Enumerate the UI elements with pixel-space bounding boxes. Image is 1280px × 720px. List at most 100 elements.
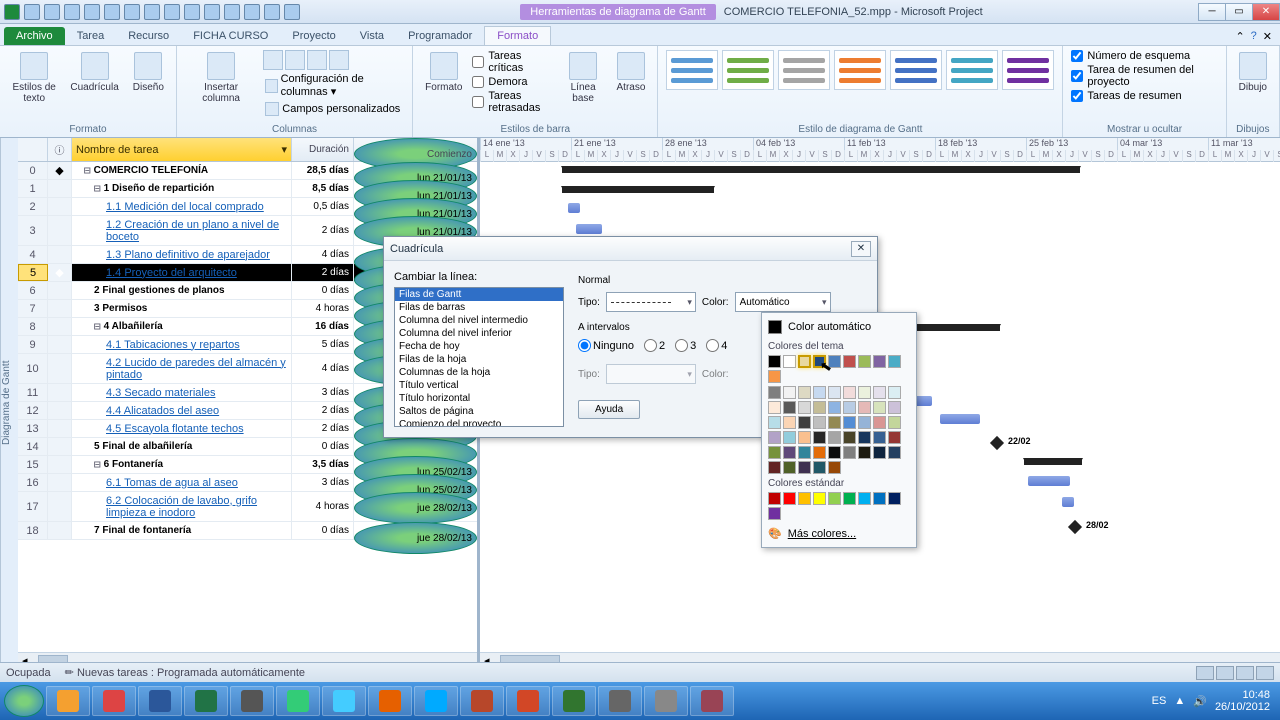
color-swatch[interactable] [768, 416, 781, 429]
tab-view[interactable]: Vista [348, 27, 396, 45]
radio-3[interactable]: 3 [675, 339, 696, 352]
maximize-button[interactable]: ▭ [1225, 3, 1253, 21]
color-swatch[interactable] [798, 401, 811, 414]
dialog-titlebar[interactable]: Cuadrícula ✕ [384, 237, 877, 261]
color-swatch[interactable] [843, 431, 856, 444]
taskbar-app[interactable] [690, 686, 734, 716]
color-swatch[interactable] [873, 355, 886, 368]
view-usage-icon[interactable] [1216, 666, 1234, 680]
color-swatch[interactable] [768, 492, 781, 505]
slack-check[interactable]: Demora [472, 76, 553, 88]
color-swatch[interactable] [798, 461, 811, 474]
qat-icon[interactable] [244, 4, 260, 20]
qat-icon[interactable] [284, 4, 300, 20]
text-styles-button[interactable]: Estilos de texto [8, 50, 60, 106]
qat-icon[interactable] [204, 4, 220, 20]
undo-icon[interactable] [44, 4, 60, 20]
color-swatch[interactable] [828, 492, 841, 505]
taskbar-app[interactable] [598, 686, 642, 716]
qat-icon[interactable] [164, 4, 180, 20]
color-swatch[interactable] [843, 416, 856, 429]
close-button[interactable]: ✕ [1252, 3, 1280, 21]
color-swatch[interactable] [768, 461, 781, 474]
color-swatch[interactable] [843, 386, 856, 399]
qat-icon[interactable] [84, 4, 100, 20]
align-center-icon[interactable] [285, 50, 305, 70]
color-swatch[interactable] [768, 386, 781, 399]
bar-format-button[interactable]: Formato [421, 50, 466, 95]
milestone-icon[interactable] [990, 436, 1004, 450]
color-swatch[interactable] [768, 446, 781, 459]
radio-2[interactable]: 2 [644, 339, 665, 352]
color-swatch[interactable] [768, 401, 781, 414]
color-swatch[interactable] [843, 492, 856, 505]
color-swatch[interactable] [858, 431, 871, 444]
baseline-button[interactable]: Línea base [560, 50, 607, 106]
color-swatch[interactable] [783, 386, 796, 399]
color-swatch[interactable] [888, 431, 901, 444]
color-swatch[interactable] [888, 416, 901, 429]
qat-icon[interactable] [224, 4, 240, 20]
color-swatch[interactable] [768, 370, 781, 383]
color-swatch[interactable] [828, 446, 841, 459]
color-swatch[interactable] [888, 386, 901, 399]
layout-button[interactable]: Diseño [129, 50, 168, 95]
table-row[interactable]: 0◆⊟COMERCIO TELEFONÍA28,5 díaslun 21/01/… [18, 162, 477, 180]
taskbar-app[interactable] [506, 686, 550, 716]
view-gantt-icon[interactable] [1196, 666, 1214, 680]
list-item[interactable]: Columna del nivel intermedio [395, 314, 563, 327]
wrap-icon[interactable] [329, 50, 349, 70]
tab-task[interactable]: Tarea [65, 27, 117, 45]
taskbar-app[interactable] [460, 686, 504, 716]
color-swatch[interactable] [828, 416, 841, 429]
tab-file[interactable]: Archivo [4, 27, 65, 45]
help-icon[interactable]: ? [1251, 30, 1257, 43]
color-swatch[interactable] [783, 401, 796, 414]
radio-none[interactable]: Ninguno [578, 339, 634, 352]
qat-icon[interactable] [144, 4, 160, 20]
tray-icon[interactable]: 🔊 [1193, 695, 1207, 708]
taskbar-app[interactable] [230, 686, 274, 716]
color-swatch[interactable] [873, 401, 886, 414]
tray-icon[interactable]: ▲ [1174, 695, 1185, 707]
taskbar-app[interactable] [368, 686, 412, 716]
color-swatch[interactable] [843, 401, 856, 414]
gantt-style-gallery[interactable] [666, 50, 1054, 90]
project-summary-check[interactable]: Tarea de resumen del proyecto [1071, 64, 1217, 88]
tab-format[interactable]: Formato [484, 26, 551, 45]
task-bar[interactable] [1062, 497, 1074, 507]
line-list[interactable]: Filas de GanttFilas de barrasColumna del… [394, 287, 564, 427]
color-swatch[interactable] [858, 492, 871, 505]
color-swatch[interactable] [873, 431, 886, 444]
minimize-button[interactable]: ─ [1198, 3, 1226, 21]
color-swatch[interactable] [798, 416, 811, 429]
list-item[interactable]: Comienzo del proyecto [395, 418, 563, 427]
color-swatch[interactable] [813, 461, 826, 474]
color-swatch[interactable] [768, 507, 781, 520]
column-settings-button[interactable]: Configuración de columnas ▾ [263, 72, 404, 99]
list-item[interactable]: Filas de barras [395, 301, 563, 314]
radio-4[interactable]: 4 [706, 339, 727, 352]
table-row[interactable]: 166.1 Tomas de agua al aseo3 díaslun 25/… [18, 474, 477, 492]
summary-tasks-check[interactable]: Tareas de resumen [1071, 90, 1217, 102]
color-swatch[interactable] [813, 386, 826, 399]
color-swatch[interactable] [888, 492, 901, 505]
system-tray[interactable]: ES ▲ 🔊 10:4826/10/2012 [1152, 689, 1276, 713]
col-info[interactable]: ⓘ [48, 138, 72, 161]
color-swatch[interactable] [813, 492, 826, 505]
gridlines-button[interactable]: Cuadrícula [66, 50, 122, 95]
color-swatch[interactable] [768, 431, 781, 444]
color-swatch[interactable] [783, 446, 796, 459]
color-swatch[interactable] [873, 446, 886, 459]
table-row[interactable]: 21.1 Medición del local comprado0,5 días… [18, 198, 477, 216]
color-swatch[interactable] [858, 386, 871, 399]
color-swatch[interactable] [798, 492, 811, 505]
color-swatch[interactable] [798, 446, 811, 459]
custom-fields-button[interactable]: Campos personalizados [263, 101, 404, 117]
tab-programmer[interactable]: Programador [396, 27, 484, 45]
start-button[interactable] [4, 685, 44, 717]
color-swatch[interactable] [843, 446, 856, 459]
table-row[interactable]: 15⊟6 Fontanería3,5 díaslun 25/02/13 [18, 456, 477, 474]
ribbon-min-icon[interactable]: ⌃ [1235, 30, 1244, 43]
align-right-icon[interactable] [307, 50, 327, 70]
